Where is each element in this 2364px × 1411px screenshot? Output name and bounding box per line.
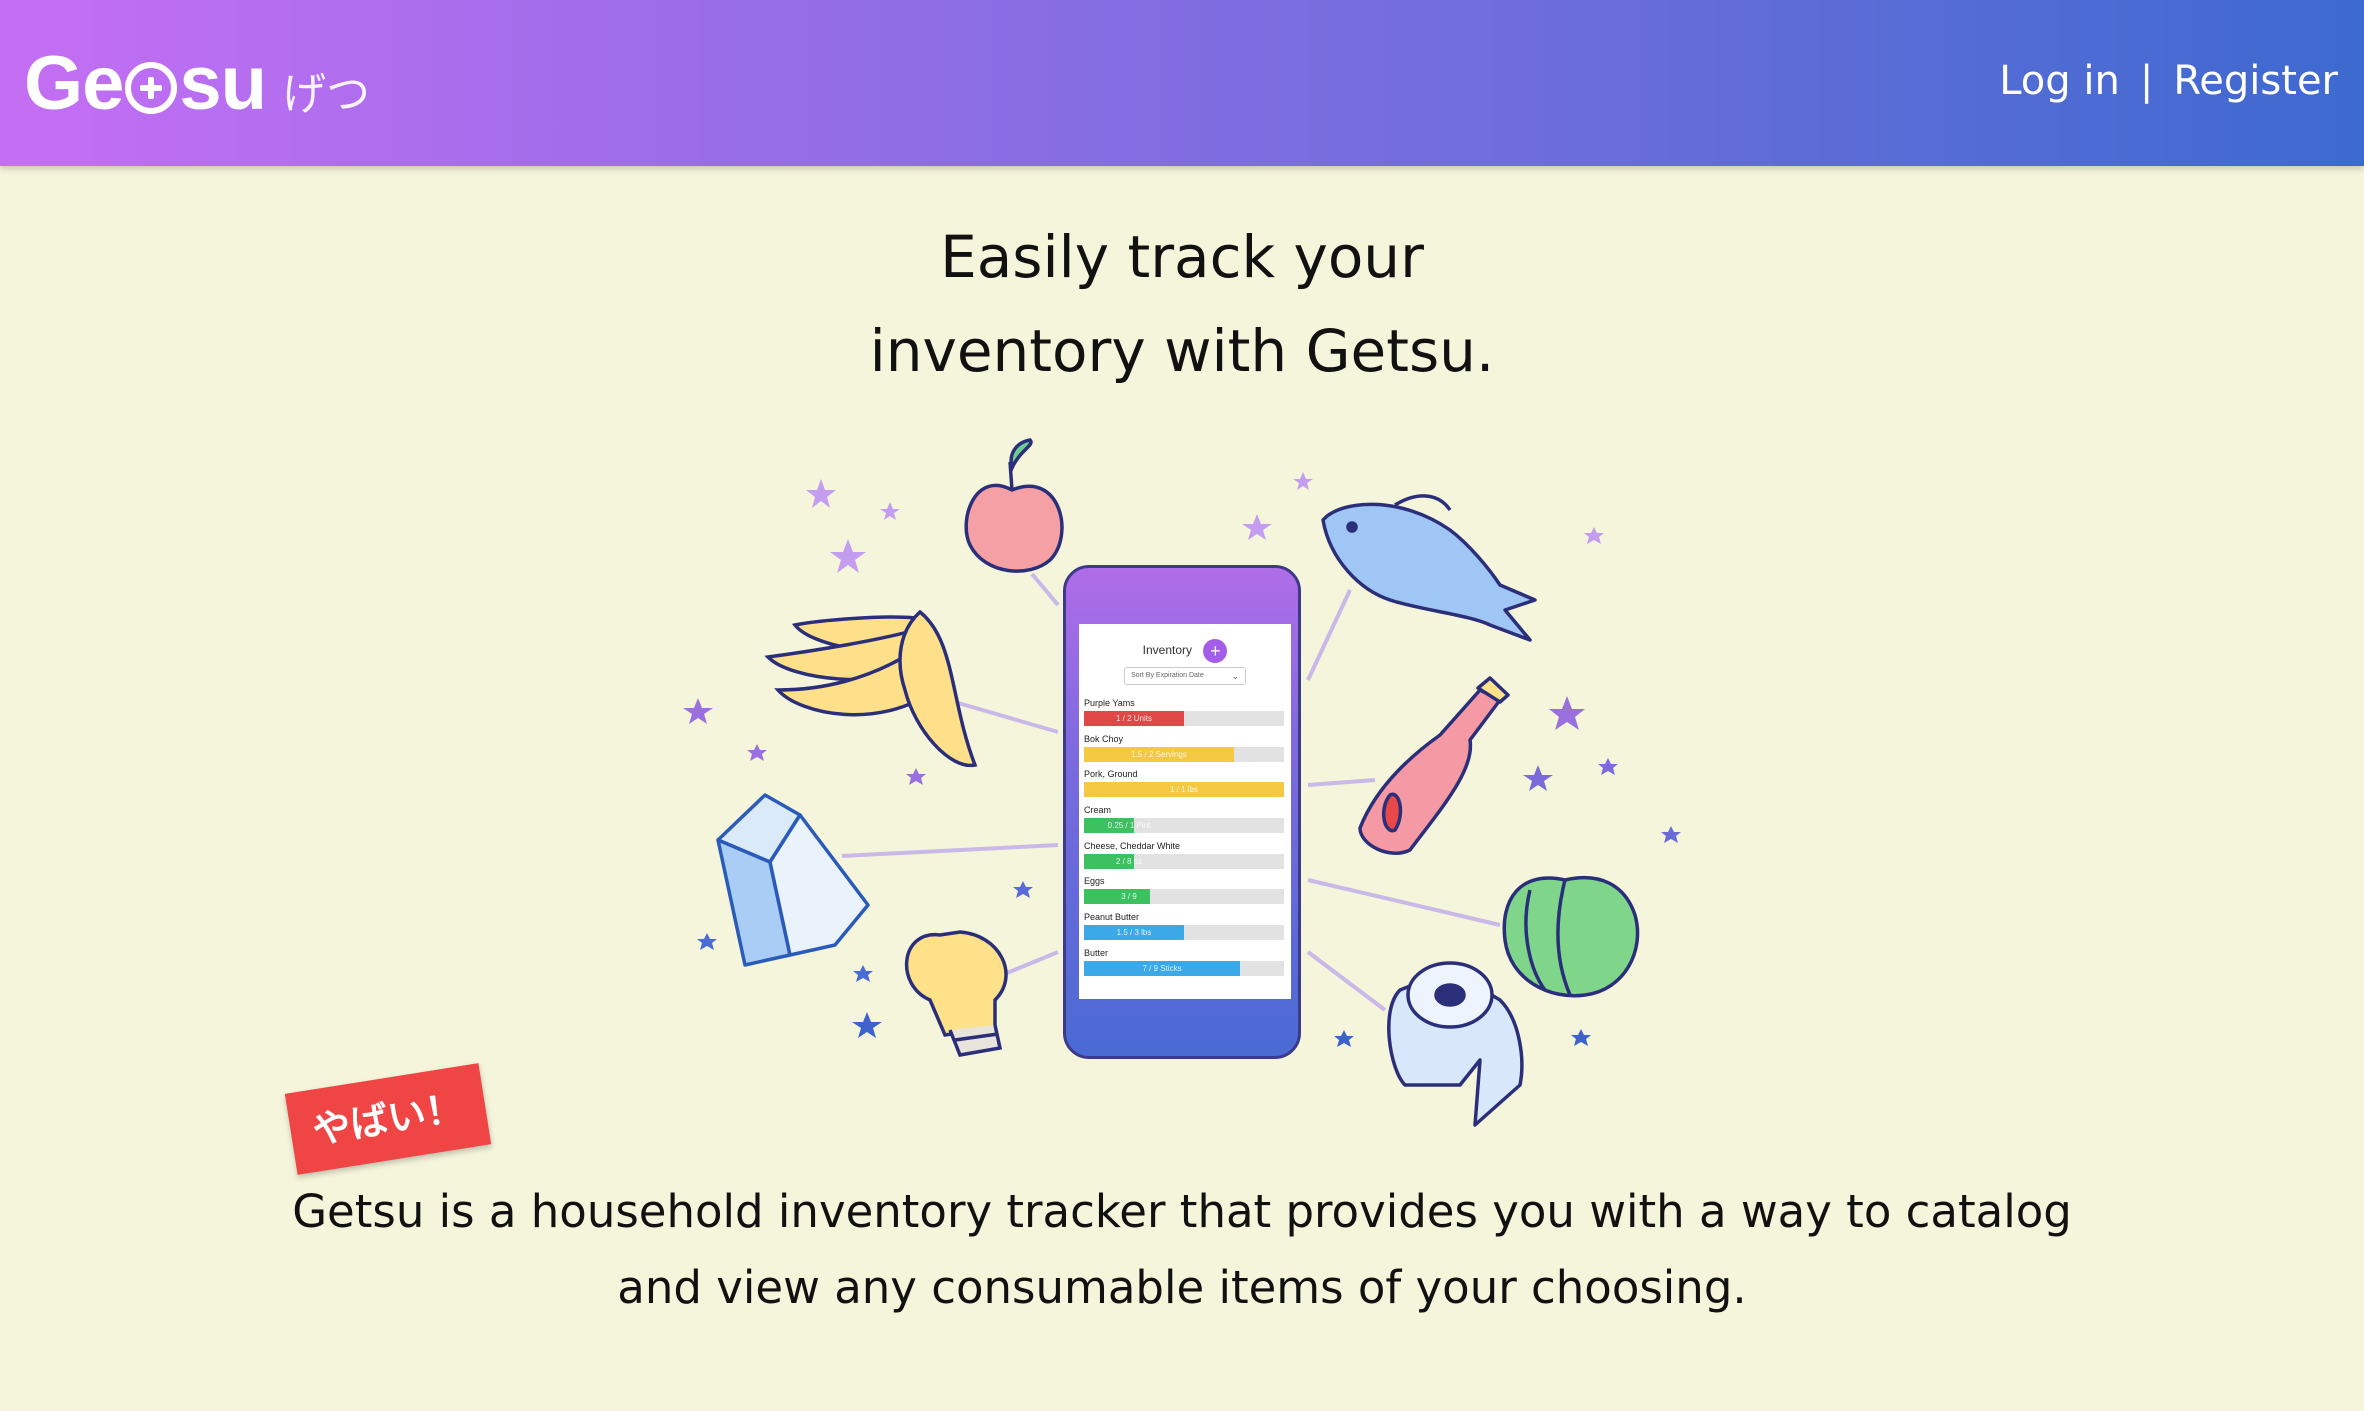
login-link[interactable]: Log in: [1999, 58, 2120, 104]
star-icon: [1242, 514, 1272, 540]
inventory-progress-track: 1 / 1 lbs: [1084, 782, 1284, 798]
inventory-progress-track: 7 / 9 Sticks: [1084, 960, 1284, 976]
inventory-list-item: Eggs 3 / 9: [1084, 876, 1286, 912]
logo-kana: げつ: [282, 69, 371, 120]
inventory-progress-track: 1 / 2 Units: [1084, 711, 1284, 726]
logo-text-left: Ge: [24, 41, 124, 126]
star-icon: [683, 698, 713, 724]
star-icon: [1549, 696, 1585, 730]
hero-headline: Easily track your inventory with Getsu.: [0, 210, 2364, 398]
inventory-progress-track: 1.5 / 3 lbs: [1084, 925, 1284, 941]
star-icon: [1523, 765, 1553, 791]
getsu-logo[interactable]: Ge su げつ: [24, 40, 370, 130]
inventory-item-name: Eggs: [1084, 876, 1105, 887]
inventory-item-name: Purple Yams: [1084, 698, 1135, 708]
inventory-list-item: Bok Choy 1.5 / 2 Servings: [1084, 734, 1286, 770]
inventory-item-name: Bok Choy: [1084, 733, 1124, 744]
phone-mockup: Inventory + Sort By Expiration Date ⌄ Pu…: [1063, 565, 1301, 1059]
inventory-list: Purple Yams 1 / 2 Units Bok Choy 1.5 / 2 Se…: [1084, 698, 1286, 984]
logo-text-right: su: [179, 41, 267, 126]
star-icon: [906, 768, 926, 785]
inventory-item-name: Butter: [1084, 947, 1109, 958]
logo-wordmark: Ge su: [24, 40, 267, 127]
inventory-item-amount: 2 / 8 oz: [1115, 856, 1143, 866]
star-icon: [852, 1012, 882, 1038]
inventory-list-item: Cream 0.25 / 1 Pint: [1084, 805, 1286, 841]
sort-select: Sort By Expiration Date ⌄: [1124, 667, 1246, 685]
fish-icon: [1321, 494, 1537, 642]
yabai-sticker: やばい！: [284, 1063, 492, 1175]
hero-description: Getsu is a household inventory tracker t…: [0, 1174, 2364, 1326]
inventory-list-item: Peanut Butter 1.5 / 3 lbs: [1084, 912, 1286, 948]
inventory-progress-track: 0.25 / 1 Pint: [1084, 818, 1284, 834]
inventory-item-amount: 3 / 9: [1121, 892, 1137, 902]
inventory-progress-track: 2 / 8 oz: [1084, 853, 1284, 869]
star-icon: [1013, 881, 1033, 898]
inventory-item-name: Cream: [1084, 805, 1112, 816]
star-icon: [1334, 1030, 1354, 1047]
inventory-item-name: Peanut Butter: [1084, 912, 1140, 923]
inventory-item-name: Cheese, Cheddar White: [1084, 840, 1181, 851]
nav-separator: |: [2139, 58, 2154, 104]
inventory-list-item: Purple Yams 1 / 2 Units: [1084, 698, 1286, 734]
toilet-paper-icon: [1387, 961, 1524, 1127]
inventory-list-item: Pork, Ground 1 / 1 lbs: [1084, 769, 1286, 805]
headline-line-2: inventory with Getsu.: [869, 317, 1495, 385]
inventory-item-amount: 1 / 2 Units: [1115, 714, 1152, 723]
star-icon: [1584, 527, 1604, 544]
description-line-1: Getsu is a household inventory tracker t…: [292, 1185, 2072, 1238]
add-item-icon: +: [1203, 639, 1228, 663]
inventory-item-amount: 0.25 / 1 Pint: [1107, 821, 1151, 831]
auth-nav: Log in | Register: [1999, 58, 2338, 104]
milk-carton-icon: [716, 793, 870, 967]
chevron-down-icon: ⌄: [1231, 671, 1239, 681]
inventory-item-amount: 1.5 / 3 lbs: [1116, 928, 1152, 938]
star-icon: [830, 539, 866, 573]
banana-icon: [764, 609, 978, 768]
headline-line-1: Easily track your: [940, 223, 1424, 291]
register-link[interactable]: Register: [2173, 58, 2338, 104]
star-icon: [1598, 758, 1618, 775]
description-line-2: and view any consumable items of your ch…: [617, 1261, 1747, 1314]
star-icon: [880, 502, 900, 520]
inventory-item-amount: 1 / 1 lbs: [1169, 785, 1198, 795]
inventory-item-name: Pork, Ground: [1084, 769, 1138, 780]
inventory-progress-track: 1.5 / 2 Servings: [1084, 746, 1284, 762]
sort-select-label: Sort By Expiration Date: [1131, 672, 1204, 679]
light-bulb-icon: [904, 930, 1008, 1057]
cabbage-icon: [1502, 875, 1640, 998]
inventory-title: Inventory +: [1079, 639, 1291, 663]
plus-circle-icon: [125, 61, 178, 114]
apple-icon: [964, 438, 1064, 573]
star-icon: [1293, 472, 1313, 490]
inventory-list-item: Cheese, Cheddar White 2 / 8 oz: [1084, 841, 1286, 877]
star-icon: [853, 965, 873, 982]
inventory-title-text: Inventory: [1142, 643, 1192, 658]
star-icon: [1571, 1029, 1591, 1046]
star-icon: [747, 744, 767, 761]
star-icon: [697, 933, 717, 950]
top-navbar: Ge su げつ Log in | Register: [0, 0, 2364, 166]
phone-screen: Inventory + Sort By Expiration Date ⌄ Pu…: [1079, 624, 1291, 999]
inventory-list-item: Butter 7 / 9 Sticks: [1084, 948, 1286, 984]
star-icon: [806, 479, 836, 508]
inventory-item-amount: 1.5 / 2 Servings: [1131, 749, 1187, 759]
hot-sauce-bottle-icon: [1358, 676, 1510, 855]
star-icon: [1661, 826, 1681, 843]
inventory-item-amount: 7 / 9 Sticks: [1142, 963, 1182, 973]
inventory-progress-track: 3 / 9: [1084, 889, 1284, 905]
